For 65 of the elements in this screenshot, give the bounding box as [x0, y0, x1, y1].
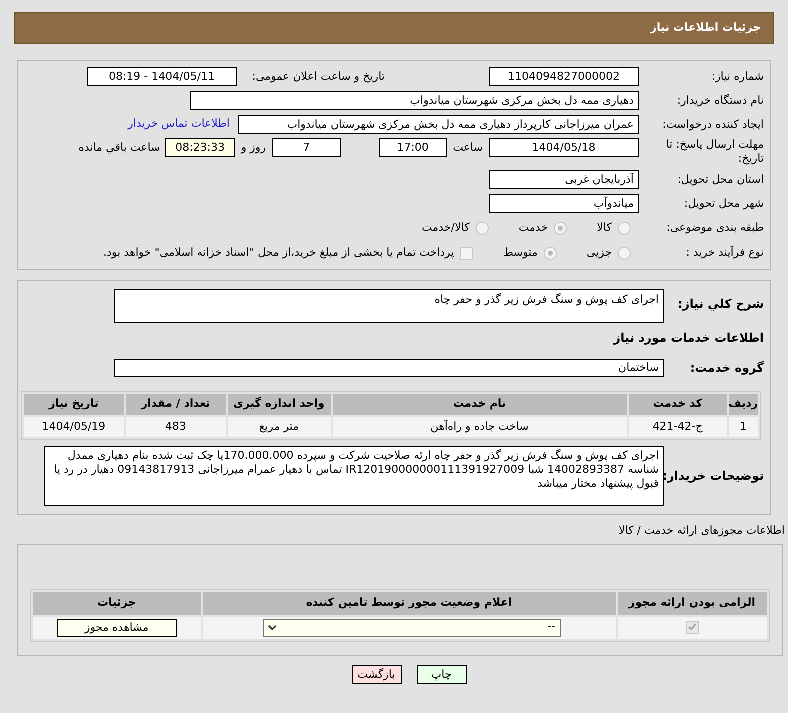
field-label: گروه خدمت:	[689, 360, 764, 377]
text-field[interactable]: 1404/05/18	[489, 138, 639, 157]
field-label: شهر محل تحویل:	[683, 196, 764, 210]
radio-button[interactable]	[618, 222, 631, 234]
table-cell: ج-42-421	[628, 417, 727, 437]
notes-textarea[interactable]: اجرای کف پوش و سنگ فرش زیر گذر و حفر چاه ارئه صلاحیت شرکت و سپرده 170.000.000یا چک ثبت شده بنام دهیاری ممدل شناسه 14002893387 شبا IR120190000000111391927009 تماس با دهیار عمرام میرزاجانی 09143817913 دهیار در رد یا قبول پیشنهاد مختار میباشد	[44, 446, 664, 506]
radio-button[interactable]	[544, 246, 557, 260]
radio-button[interactable]	[618, 246, 631, 260]
radio-label: كالا/خدمت	[422, 220, 470, 236]
radio-label: متوسط	[503, 244, 538, 261]
radio-label: كالا	[597, 220, 612, 236]
field-label: مهلت ارسال پاسخ: تا تاریخ:	[665, 138, 764, 166]
text-field[interactable]: عمران میرزاجانی کارپرداز دهیاری ممه دل بخش مرکزی شهرستان میاندواب	[238, 115, 639, 134]
column-header: ردیف	[728, 394, 758, 415]
column-header: کد خدمت	[628, 394, 727, 415]
checkbox[interactable]	[460, 246, 474, 260]
field-label: ساعت	[453, 140, 483, 156]
radio-button[interactable]	[476, 222, 489, 234]
field-label: شماره نیاز:	[710, 70, 764, 84]
text-field[interactable]: 08:23:33	[165, 138, 236, 157]
field-label: نام دستگاه خریدار:	[676, 94, 764, 108]
text-field[interactable]: میاندوآب	[489, 194, 639, 213]
field-label: ایجاد کننده درخواست:	[662, 118, 764, 132]
field-label: تاریخ و ساعت اعلان عمومی:	[251, 70, 385, 84]
field-label: توضیحات خریدار:	[664, 468, 764, 485]
back-button[interactable]: بازگشت	[352, 664, 402, 684]
field-label: شرح کلي نیاز:	[677, 296, 764, 313]
column-header: اعلام وضعیت مجوز توسط تامین کننده	[202, 592, 616, 614]
table-cell: متر مربع	[228, 417, 331, 437]
view-license-button[interactable]: مشاهده مجوز	[56, 618, 177, 636]
field-label: نوع فرآیند خرید :	[685, 246, 764, 260]
text-field[interactable]: 17:00	[379, 138, 448, 157]
text-field[interactable]: 1104094827000002	[489, 67, 639, 86]
radio-label: خدمت	[518, 220, 548, 236]
checkbox-label: پرداخت تمام یا بخشی از مبلغ خرید،از محل "اسناد خزانه اسلامی" خواهد بود.	[104, 244, 454, 261]
text-field[interactable]: ساختمان	[114, 359, 664, 377]
section-heading: اطلاعات مجوزهای ارائه خدمت / کالا	[618, 523, 785, 539]
field-label: روز و	[241, 140, 266, 156]
table-cell: 483	[126, 417, 226, 437]
column-header: الزامی بودن ارائه مجوز	[618, 592, 767, 614]
radio-label: جزیی	[586, 244, 612, 261]
summary-textarea[interactable]: اجرای کف پوش و سنگ فرش زیر گذر و حفر چاه	[114, 289, 664, 323]
status-dropdown[interactable]: --	[262, 618, 561, 636]
print-button[interactable]: چاپ	[416, 664, 466, 684]
buyer-contact-link[interactable]: اطلاعات تماس خریدار	[128, 116, 230, 133]
text-field[interactable]: 1404/05/11 - 08:19	[87, 67, 237, 86]
column-header: نام خدمت	[332, 394, 627, 415]
table-cell: 1	[728, 417, 758, 437]
section-heading: اطلاعات خدمات مورد نیاز	[612, 330, 764, 347]
column-header: واحد اندازه گیری	[228, 394, 331, 415]
text-field[interactable]: دهیاری ممه دل بخش مرکزی شهرستان میاندواب	[190, 91, 639, 110]
table-cell: ساخت جاده و راه‌آهن	[332, 417, 627, 437]
text-field[interactable]: 7	[272, 138, 342, 157]
page-header: جزئیات اطلاعات نیاز	[14, 12, 774, 44]
text-field[interactable]: آذربایجان غربی	[489, 170, 639, 189]
field-label: ساعت باقي مانده	[78, 140, 160, 156]
column-header: تاریخ نیاز	[24, 394, 124, 415]
field-label: استان محل تحویل:	[676, 172, 764, 186]
field-label: طبقه بندی موضوعی:	[666, 221, 764, 235]
checkbox[interactable]	[686, 620, 699, 634]
table-cell: 1404/05/19	[24, 417, 124, 437]
column-header: تعداد / مقدار	[126, 394, 226, 415]
chevron-down-icon	[268, 624, 277, 630]
radio-button[interactable]	[554, 222, 568, 234]
column-header: جزئیات	[33, 592, 201, 614]
